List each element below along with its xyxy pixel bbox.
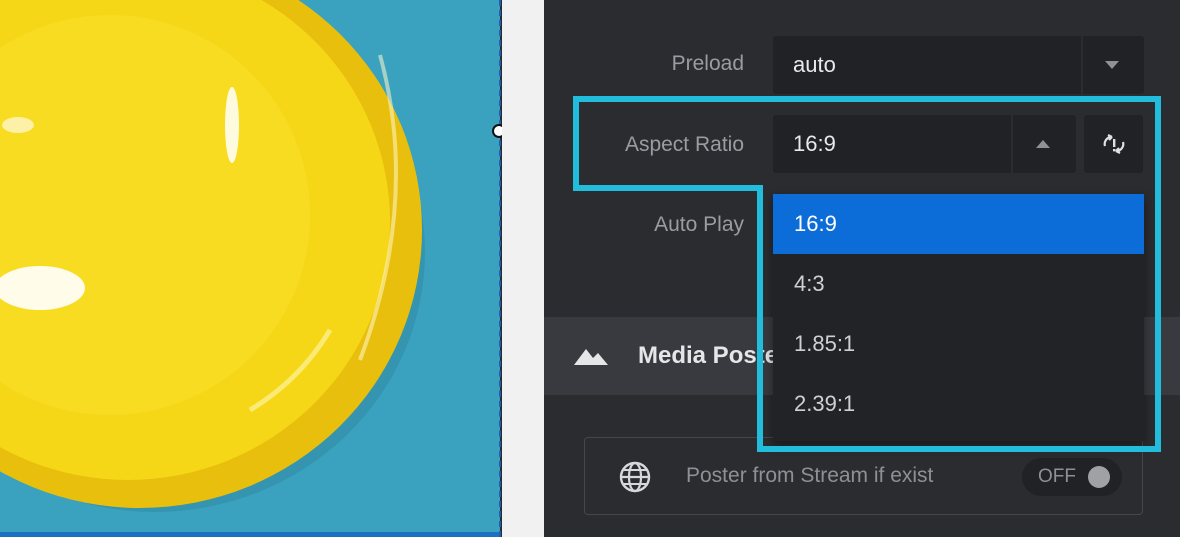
poster-from-stream-option: Poster from Stream if exist OFF <box>584 437 1143 515</box>
aspect-ratio-select[interactable]: 16:9 <box>773 115 1076 173</box>
globe-icon <box>619 461 651 493</box>
mountain-icon <box>574 349 608 365</box>
select-divider <box>1011 115 1013 173</box>
reset-aspect-ratio-button[interactable] <box>1084 115 1143 173</box>
preload-select[interactable]: auto <box>773 36 1144 94</box>
aspect-ratio-dropdown: 16:9 4:3 1.85:1 2.39:1 <box>773 194 1144 441</box>
poster-from-stream-toggle[interactable]: OFF <box>1022 458 1122 496</box>
dropdown-option-2-39-1[interactable]: 2.39:1 <box>773 374 1144 434</box>
select-divider <box>1081 36 1083 94</box>
canvas-preview[interactable] <box>0 0 500 537</box>
dropdown-option-16-9[interactable]: 16:9 <box>773 194 1144 254</box>
aspect-ratio-label: Aspect Ratio <box>624 133 744 156</box>
poster-from-stream-label: Poster from Stream if exist <box>686 464 934 487</box>
panel-gutter <box>502 0 544 537</box>
preload-value: auto <box>793 52 836 77</box>
selection-border <box>499 0 501 537</box>
toggle-state-label: OFF <box>1038 466 1076 487</box>
section-title: Media Poster <box>638 342 788 369</box>
toggle-knob <box>1088 466 1110 488</box>
canvas-bottom-bar <box>0 532 500 537</box>
auto-play-label: Auto Play <box>654 213 744 236</box>
dropdown-option-4-3[interactable]: 4:3 <box>773 254 1144 314</box>
settings-panel: Preload auto Aspect Ratio 16:9 Auto Play <box>544 0 1180 537</box>
dropdown-option-1-85-1[interactable]: 1.85:1 <box>773 314 1144 374</box>
preload-label: Preload <box>671 52 744 75</box>
reset-icon <box>1103 134 1124 154</box>
aspect-ratio-value: 16:9 <box>793 131 836 156</box>
chevron-down-icon[interactable] <box>1105 61 1119 69</box>
chevron-up-icon[interactable] <box>1036 140 1050 148</box>
yellow-bowl-image <box>0 0 500 537</box>
editor-screen: Preload auto Aspect Ratio 16:9 Auto Play <box>0 0 1180 537</box>
